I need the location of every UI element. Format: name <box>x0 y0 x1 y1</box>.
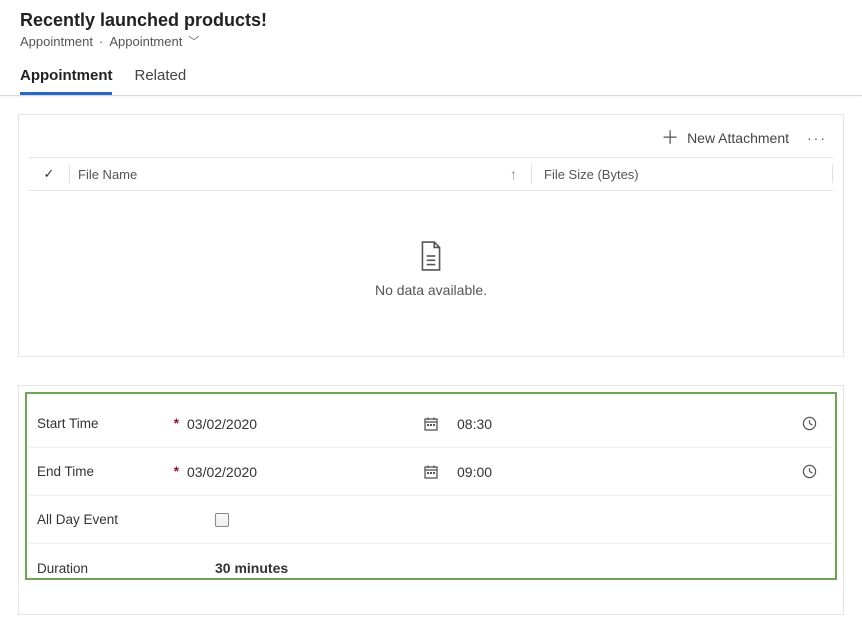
start-date-input[interactable]: 03/02/2020 <box>187 416 423 432</box>
empty-state: No data available. <box>29 191 833 338</box>
tab-appointment[interactable]: Appointment <box>20 67 112 95</box>
required-marker: * <box>174 464 179 479</box>
breadcrumb-separator: · <box>99 34 103 49</box>
sort-ascending-icon[interactable]: ↑ <box>510 166 517 182</box>
start-time-input[interactable]: 08:30 <box>457 416 802 432</box>
breadcrumb-type: Appointment <box>109 34 182 49</box>
new-attachment-label: New Attachment <box>687 130 789 146</box>
chevron-down-icon[interactable]: ﹀ <box>188 33 199 49</box>
end-date-input[interactable]: 03/02/2020 <box>187 464 423 480</box>
end-time-label: End Time <box>37 464 94 479</box>
calendar-icon[interactable] <box>423 416 439 432</box>
column-filename[interactable]: File Name ↑ <box>70 166 531 182</box>
calendar-icon[interactable] <box>423 464 439 480</box>
all-day-label: All Day Event <box>37 512 118 527</box>
row-duration: Duration 30 minutes <box>29 544 833 592</box>
document-icon <box>29 241 833 274</box>
more-menu-button[interactable]: ··· <box>807 130 827 146</box>
column-filesize[interactable]: File Size (Bytes) <box>532 167 832 182</box>
tab-bar: Appointment Related <box>0 49 862 96</box>
row-start-time: Start Time * 03/02/2020 08:30 <box>29 400 833 448</box>
all-day-checkbox[interactable] <box>215 513 229 527</box>
breadcrumb[interactable]: Appointment · Appointment ﹀ <box>20 33 842 49</box>
row-end-time: End Time * 03/02/2020 09:00 <box>29 448 833 496</box>
new-attachment-button[interactable]: ＋ New Attachment <box>661 129 789 147</box>
row-all-day: All Day Event <box>29 496 833 544</box>
schedule-panel: Start Time * 03/02/2020 08:30 <box>18 385 844 615</box>
clock-icon[interactable] <box>802 464 817 479</box>
page-title: Recently launched products! <box>20 10 842 31</box>
duration-value[interactable]: 30 minutes <box>215 560 288 576</box>
attachments-panel: ＋ New Attachment ··· ✓ File Name ↑ File … <box>18 114 844 357</box>
plus-icon: ＋ <box>661 129 679 147</box>
column-filesize-label: File Size (Bytes) <box>544 167 639 182</box>
clock-icon[interactable] <box>802 416 817 431</box>
end-time-input[interactable]: 09:00 <box>457 464 802 480</box>
duration-label: Duration <box>37 561 88 576</box>
required-marker: * <box>174 416 179 431</box>
start-time-label: Start Time <box>37 416 99 431</box>
column-filename-label: File Name <box>78 167 137 182</box>
attachments-grid-header: ✓ File Name ↑ File Size (Bytes) <box>29 157 833 191</box>
empty-state-text: No data available. <box>29 282 833 298</box>
tab-related[interactable]: Related <box>134 67 186 95</box>
breadcrumb-entity: Appointment <box>20 34 93 49</box>
select-all-checkbox[interactable]: ✓ <box>29 166 69 182</box>
